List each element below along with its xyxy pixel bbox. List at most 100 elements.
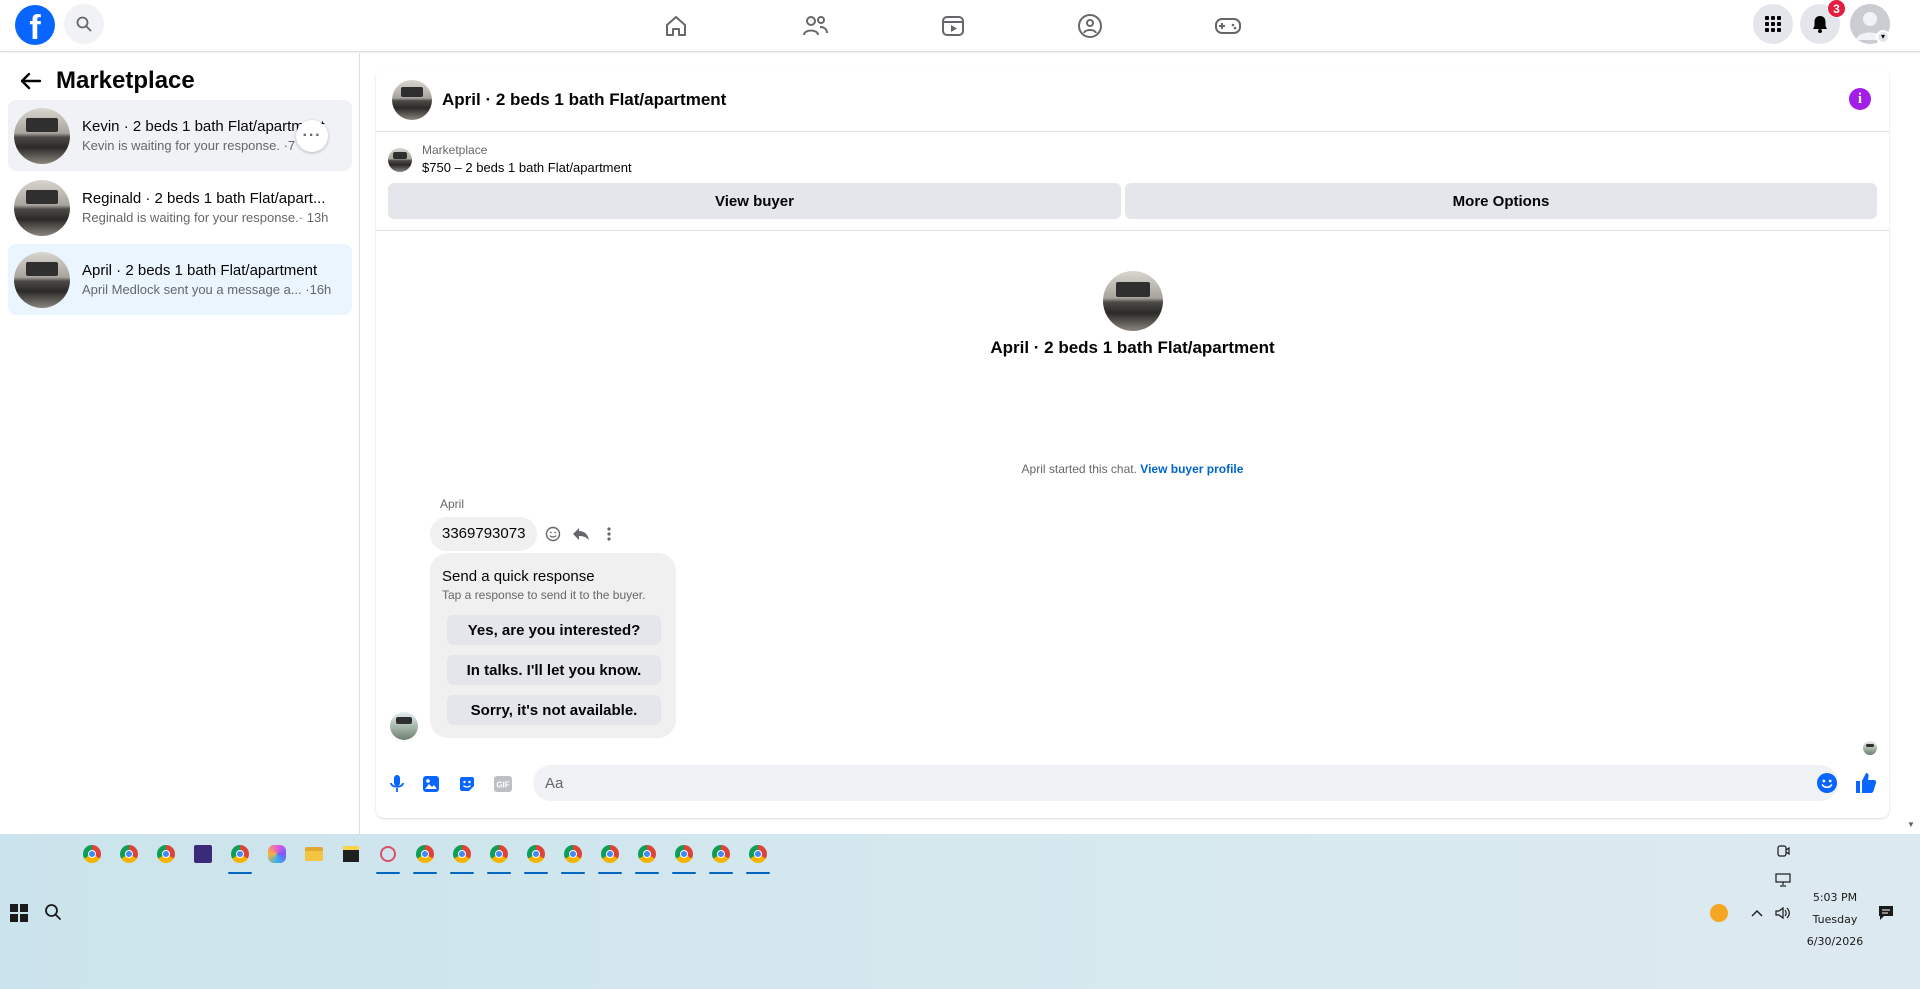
meet-now-icon[interactable]	[1774, 843, 1792, 861]
chevron-down-icon[interactable]: ▾	[1876, 30, 1890, 44]
listing-source-label: Marketplace	[422, 143, 488, 157]
notifications-button[interactable]: 3	[1800, 0, 1846, 44]
taskbar-chrome-icon[interactable]	[78, 840, 106, 868]
message-input[interactable]	[533, 765, 1838, 801]
microphone-icon[interactable]	[386, 773, 408, 795]
taskbar-chrome-icon[interactable]	[707, 840, 735, 874]
buyer-avatar[interactable]	[390, 712, 418, 740]
friends-icon	[803, 16, 828, 36]
back-arrow-icon[interactable]	[18, 68, 44, 94]
quick-response-card: Send a quick response Tap a response to …	[430, 553, 676, 738]
nav-gaming[interactable]	[1212, 10, 1244, 42]
notification-center-icon[interactable]	[1877, 904, 1895, 922]
taskbar-chrome-icon[interactable]	[485, 840, 513, 874]
divider	[376, 230, 1889, 231]
quick-response-button[interactable]: Sorry, it's not available.	[447, 695, 661, 725]
video-icon	[942, 16, 964, 36]
show-hidden-icons-chevron-icon[interactable]	[1748, 904, 1766, 922]
thumbs-up-icon[interactable]	[1854, 771, 1880, 797]
listing-thumbnail	[14, 179, 70, 236]
conversation-preview: Kevin is waiting for your response. ·7	[82, 137, 296, 153]
sticker-icon[interactable]	[456, 773, 478, 795]
groups-icon	[1078, 14, 1102, 38]
conversation-preview: Reginald is waiting for your response.· …	[82, 209, 329, 225]
taskbar-search-icon[interactable]	[44, 903, 64, 923]
taskbar-chrome-icon[interactable]	[596, 840, 624, 874]
svg-text:GIF: GIF	[496, 781, 509, 790]
volume-icon[interactable]	[1774, 904, 1792, 922]
listing-thumbnail	[388, 148, 412, 172]
network-icon[interactable]	[1774, 871, 1792, 889]
taskbar-chrome-icon[interactable]	[559, 840, 587, 874]
quick-response-subtitle: Tap a response to send it to the buyer.	[442, 588, 646, 602]
grid-menu-icon	[1765, 16, 1781, 32]
taskbar-chrome-icon[interactable]	[411, 840, 439, 874]
taskbar-chrome-icon[interactable]	[115, 840, 143, 868]
facebook-logo[interactable]: f	[15, 5, 55, 45]
chat-header-title[interactable]: April · 2 beds 1 bath Flat/apartment	[442, 90, 726, 110]
taskbar-chrome-icon[interactable]	[744, 840, 772, 874]
emoji-icon[interactable]	[1816, 772, 1838, 794]
taskbar-chrome-icon[interactable]	[152, 840, 180, 868]
quick-response-button[interactable]: Yes, are you interested?	[447, 615, 661, 645]
taskbar-chrome-icon[interactable]	[670, 840, 698, 874]
nav-groups[interactable]	[1074, 10, 1106, 42]
react-emoji-icon[interactable]	[542, 523, 564, 545]
nav-video[interactable]	[937, 10, 969, 42]
clock-day: Tuesday	[1812, 913, 1858, 926]
search-button[interactable]	[64, 4, 104, 44]
photo-attach-icon[interactable]	[420, 773, 442, 795]
taskbar-sticky-notes-icon[interactable]	[337, 840, 365, 868]
gaming-icon	[1215, 18, 1241, 34]
quick-response-button[interactable]: In talks. I'll let you know.	[447, 655, 661, 685]
nav-home[interactable]	[660, 10, 692, 42]
taskbar-app-icon[interactable]	[374, 840, 402, 874]
system-clock[interactable]: 5:03 PM Tuesday 6/30/2026	[1800, 887, 1870, 953]
seen-indicator-avatar	[1863, 741, 1877, 755]
taskbar-chrome-icon[interactable]	[522, 840, 550, 874]
top-navigation-bar: f 3 ▾	[0, 0, 1920, 52]
taskbar-copilot-icon[interactable]	[263, 840, 291, 868]
reply-icon[interactable]	[570, 523, 592, 545]
clock-time: 5:03 PM	[1812, 891, 1858, 904]
message-bubble[interactable]: 3369793073	[430, 517, 538, 551]
view-buyer-button[interactable]: View buyer	[388, 183, 1121, 219]
taskbar-chrome-icon[interactable]	[448, 840, 476, 874]
sidebar-title: Marketplace	[56, 67, 195, 94]
sender-name: April	[440, 497, 465, 511]
more-vertical-icon[interactable]	[598, 523, 620, 545]
conversation-avatar	[1103, 271, 1163, 331]
search-icon	[76, 16, 92, 32]
gif-icon[interactable]: GIF	[492, 773, 514, 795]
conversation-title: April · 2 beds 1 bath Flat/apartment	[82, 261, 318, 279]
nav-friends[interactable]	[799, 10, 831, 42]
conversation-title: Reginald · 2 beds 1 bath Flat/apart...	[82, 189, 326, 207]
scroll-down-arrow-icon[interactable]: ▼	[1907, 820, 1915, 829]
taskbar-file-explorer-icon[interactable]	[300, 840, 328, 868]
taskbar-app-icon[interactable]	[189, 840, 217, 868]
chat-started-notice: April started this chat. View buyer prof…	[376, 462, 1889, 476]
conversation-title: Kevin · 2 beds 1 bath Flat/apartment	[82, 117, 325, 135]
info-icon[interactable]: i	[1849, 88, 1871, 110]
view-buyer-profile-link[interactable]: View buyer profile	[1140, 462, 1243, 476]
conversation-item[interactable]: Reginald · 2 beds 1 bath Flat/apart... R…	[8, 172, 352, 243]
clock-date: 6/30/2026	[1806, 935, 1864, 948]
taskbar-chrome-icon[interactable]	[633, 840, 661, 874]
conversation-preview: April Medlock sent you a message a... ·1…	[82, 281, 332, 297]
menu-button[interactable]	[1753, 4, 1793, 44]
more-options-icon[interactable]: ···	[296, 120, 328, 152]
chat-header: April · 2 beds 1 bath Flat/apartment i	[376, 68, 1889, 132]
weather-icon[interactable]	[1710, 904, 1728, 922]
more-options-button[interactable]: More Options	[1125, 183, 1877, 219]
listing-summary[interactable]: Marketplace $750 – 2 beds 1 bath Flat/ap…	[388, 142, 632, 177]
listing-price: $750 – 2 beds 1 bath Flat/apartment	[422, 160, 632, 175]
message-composer: GIF	[376, 763, 1889, 811]
chat-header-thumbnail[interactable]	[392, 79, 432, 120]
conversation-item[interactable]: Kevin · 2 beds 1 bath Flat/apartment Kev…	[8, 100, 352, 171]
listing-thumbnail	[14, 107, 70, 164]
conversation-item-selected[interactable]: April · 2 beds 1 bath Flat/apartment Apr…	[8, 244, 352, 315]
conversation-title: April · 2 beds 1 bath Flat/apartment	[990, 338, 1275, 357]
listing-thumbnail	[14, 251, 70, 308]
taskbar-chrome-icon[interactable]	[226, 840, 254, 874]
windows-start-icon[interactable]	[10, 904, 28, 922]
